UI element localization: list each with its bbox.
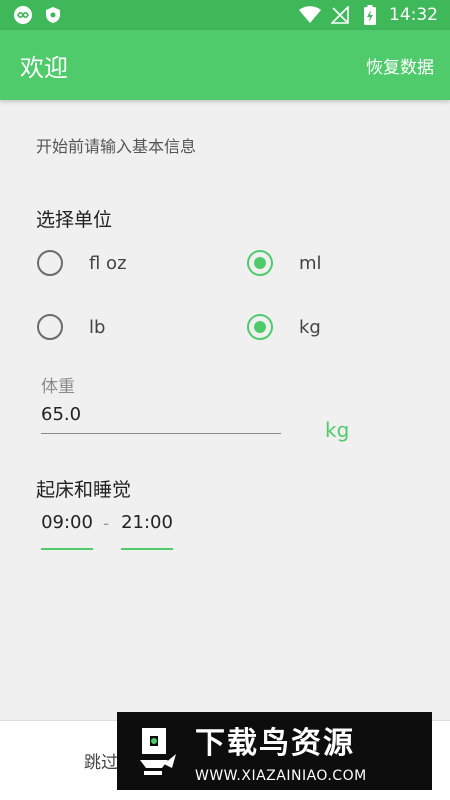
bird-logo-icon — [135, 723, 181, 779]
no-signal-icon — [329, 4, 351, 26]
app-bar: 欢迎 恢复数据 — [0, 30, 450, 100]
skip-button[interactable]: 跳过 — [84, 748, 118, 773]
radio-label: lb — [89, 316, 106, 338]
radio-label: fl oz — [89, 252, 127, 274]
watermark-url: WWW.XIAZAINIAO.COM — [195, 768, 367, 784]
battery-charging-icon — [359, 4, 381, 26]
weight-label: 体重 — [41, 377, 75, 397]
intro-text: 开始前请输入基本信息 — [36, 137, 197, 156]
units-section-title: 选择单位 — [36, 209, 113, 231]
shield-icon — [42, 4, 64, 26]
wifi-icon — [299, 4, 321, 26]
radio-ml[interactable]: ml — [247, 250, 322, 276]
weight-input[interactable] — [41, 402, 281, 434]
radio-button[interactable] — [247, 250, 273, 276]
schedule-section-title: 起床和睡觉 — [36, 479, 132, 501]
page-title: 欢迎 — [20, 53, 68, 82]
app-notification-icon — [12, 4, 34, 26]
sleep-time-picker[interactable]: 21:00 — [121, 512, 173, 550]
watermark: 下载鸟资源 WWW.XIAZAINIAO.COM — [117, 712, 432, 790]
radio-fl-oz[interactable]: fl oz — [37, 250, 127, 276]
radio-button[interactable] — [247, 314, 273, 340]
status-bar: 14:32 — [0, 0, 450, 30]
status-time: 14:32 — [389, 5, 438, 25]
restore-data-button[interactable]: 恢复数据 — [366, 53, 434, 78]
radio-button[interactable] — [37, 250, 63, 276]
radio-lb[interactable]: lb — [37, 314, 105, 340]
radio-label: ml — [299, 252, 322, 274]
watermark-title: 下载鸟资源 — [195, 726, 355, 761]
time-separator: - — [103, 514, 110, 534]
radio-kg[interactable]: kg — [247, 314, 321, 340]
weight-unit: kg — [325, 418, 350, 442]
radio-button[interactable] — [37, 314, 63, 340]
wake-time-picker[interactable]: 09:00 — [41, 512, 93, 550]
radio-label: kg — [299, 316, 321, 338]
